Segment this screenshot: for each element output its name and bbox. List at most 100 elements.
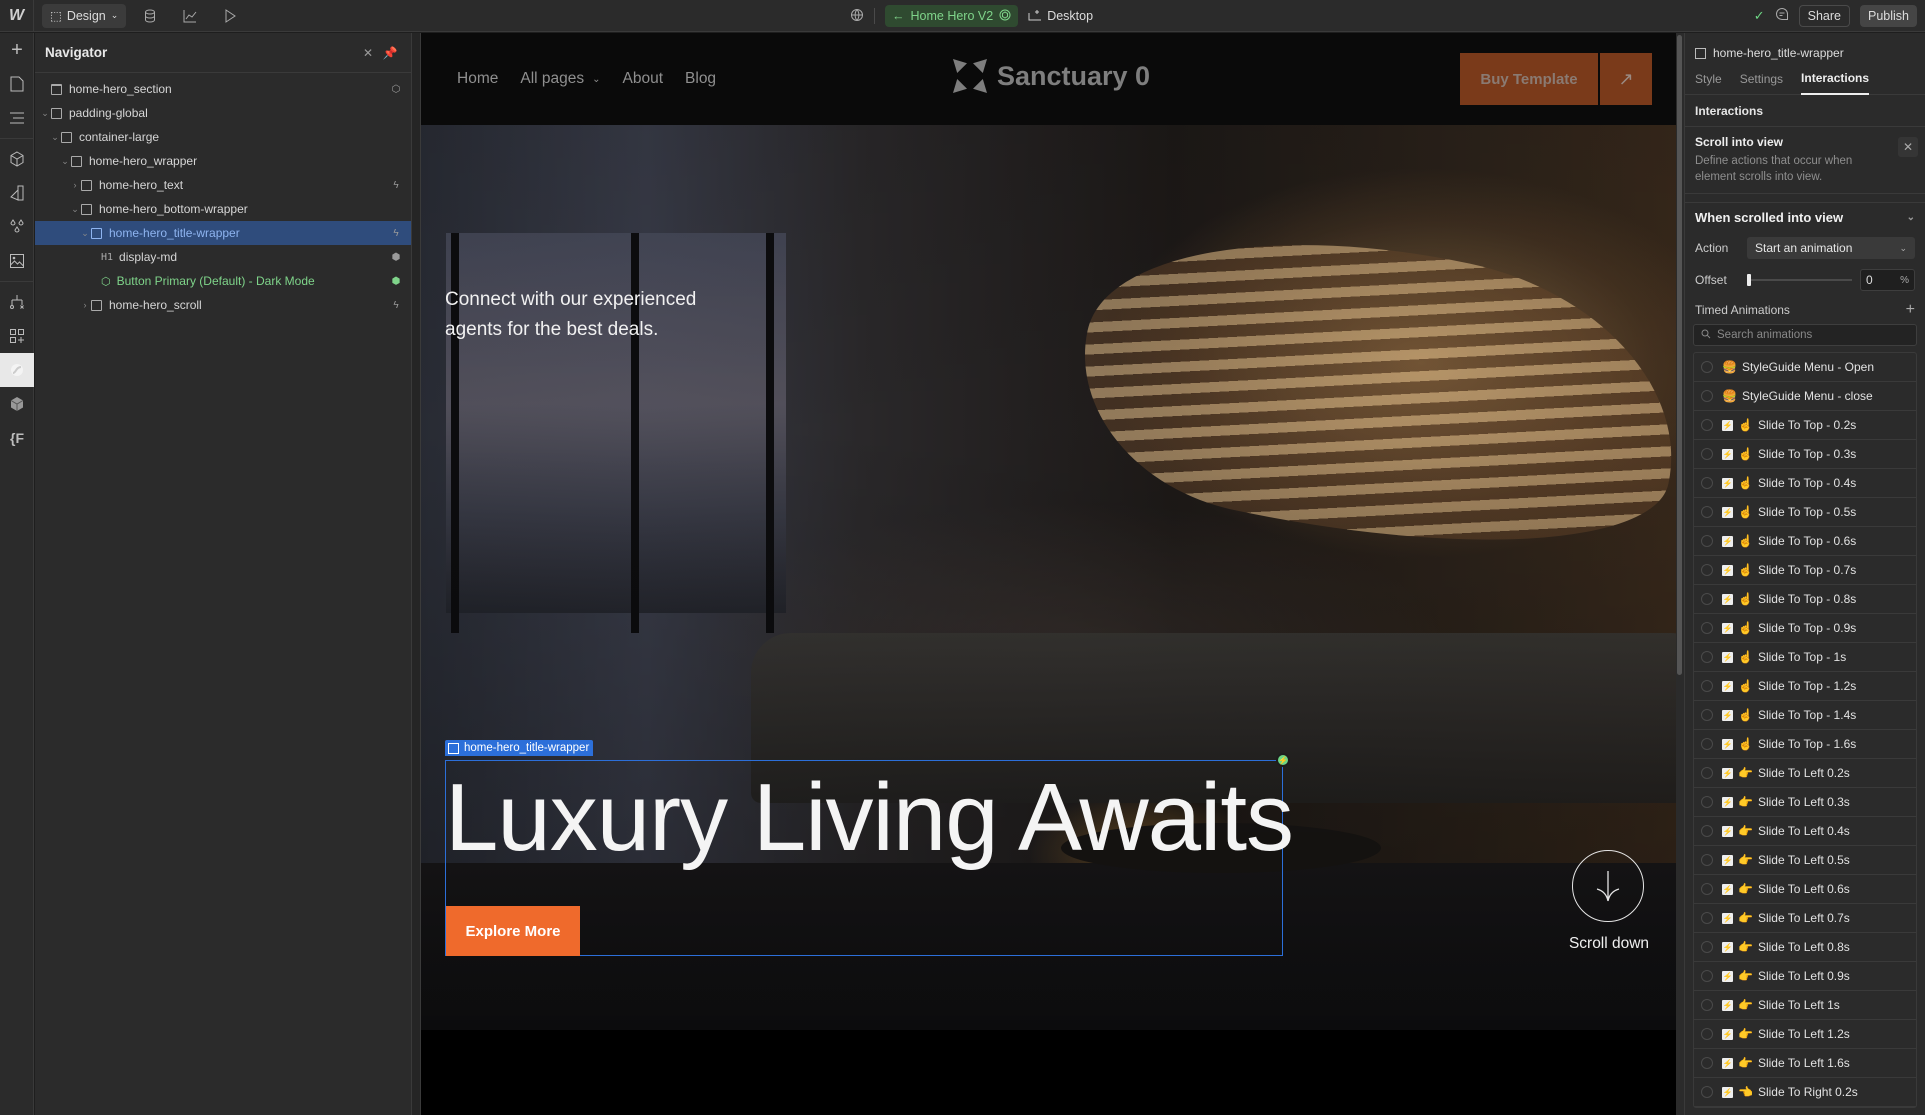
radio-button[interactable]	[1701, 738, 1713, 750]
radio-button[interactable]	[1701, 941, 1713, 953]
analytics-icon[interactable]	[170, 0, 210, 32]
slider-handle[interactable]	[1747, 274, 1751, 286]
animation-list-item[interactable]: ⚡ ☝️ Slide To Top - 0.9s	[1694, 614, 1916, 643]
chevron-down-icon[interactable]: ⌄	[69, 204, 81, 215]
animation-list-item[interactable]: ⚡ ☝️ Slide To Top - 1s	[1694, 643, 1916, 672]
radio-button[interactable]	[1701, 883, 1713, 895]
offset-slider[interactable]	[1747, 273, 1852, 287]
design-canvas[interactable]: Home All pages ⌄ About Blog Sanctuary 0 B…	[421, 33, 1676, 1115]
action-select[interactable]: Start an animation ⌄	[1747, 237, 1915, 259]
radio-button[interactable]	[1701, 1086, 1713, 1098]
tab-interactions[interactable]: Interactions	[1801, 63, 1870, 95]
animation-list-item[interactable]: ⚡ ☝️ Slide To Top - 1.6s	[1694, 730, 1916, 759]
animation-list-item[interactable]: ⚡ ☝️ Slide To Top - 0.8s	[1694, 585, 1916, 614]
cms-box-icon[interactable]	[0, 387, 34, 421]
navigator-tree-item[interactable]: › home-hero_scroll ϟ	[35, 293, 411, 317]
interaction-icon[interactable]: ϟ	[389, 180, 403, 191]
chevron-down-icon[interactable]: ⌄	[59, 156, 71, 167]
animation-list-item[interactable]: ⚡ ☝️ Slide To Top - 0.2s	[1694, 411, 1916, 440]
nav-link-about[interactable]: About	[623, 70, 664, 88]
radio-button[interactable]	[1701, 796, 1713, 808]
animation-list-item[interactable]: ⚡ ☝️ Slide To Top - 0.5s	[1694, 498, 1916, 527]
radio-button[interactable]	[1701, 477, 1713, 489]
radio-button[interactable]	[1701, 709, 1713, 721]
canvas-scrollbar[interactable]	[1676, 33, 1684, 1115]
navigator-tree-item[interactable]: › home-hero_text ϟ	[35, 173, 411, 197]
navigator-icon[interactable]	[0, 101, 34, 135]
animation-list-item[interactable]: ⚡ 👉 Slide To Left 0.7s	[1694, 904, 1916, 933]
comments-icon[interactable]	[1775, 7, 1789, 26]
chevron-right-icon[interactable]: ›	[79, 300, 91, 310]
animation-list-item[interactable]: 🍔 StyleGuide Menu - Open	[1694, 353, 1916, 382]
chevron-right-icon[interactable]: ›	[69, 180, 81, 190]
radio-button[interactable]	[1701, 825, 1713, 837]
animation-list-item[interactable]: ⚡ ☝️ Slide To Top - 0.4s	[1694, 469, 1916, 498]
panel-resize-handle[interactable]	[412, 33, 421, 1115]
code-variables-icon[interactable]: {F	[0, 421, 34, 455]
share-button[interactable]: Share	[1798, 5, 1850, 27]
radio-button[interactable]	[1701, 912, 1713, 924]
radio-button[interactable]	[1701, 854, 1713, 866]
webflow-logo[interactable]: W	[0, 0, 34, 32]
radio-button[interactable]	[1701, 564, 1713, 576]
globe-icon[interactable]	[850, 8, 864, 25]
assets-image-icon[interactable]	[0, 244, 34, 278]
publish-button[interactable]: Publish	[1860, 5, 1917, 27]
hero-heading[interactable]: Luxury Living Awaits	[445, 763, 1294, 873]
navigator-tree-item[interactable]: ⌄ home-hero_wrapper	[35, 149, 411, 173]
radio-button[interactable]	[1701, 593, 1713, 605]
animation-list-item[interactable]: ⚡ ☝️ Slide To Top - 0.6s	[1694, 527, 1916, 556]
radio-button[interactable]	[1701, 506, 1713, 518]
interaction-icon[interactable]: ϟ	[389, 300, 403, 311]
style-selectors-icon[interactable]	[0, 176, 34, 210]
navigator-tree-item[interactable]: ⌄ home-hero_bottom-wrapper	[35, 197, 411, 221]
radio-button[interactable]	[1701, 651, 1713, 663]
animation-list-item[interactable]: 🍔 StyleGuide Menu - close	[1694, 382, 1916, 411]
navigator-tree-item[interactable]: ⬡ Button Primary (Default) - Dark Mode ⬢	[35, 269, 411, 293]
animation-list-item[interactable]: ⚡ 👉 Slide To Left 1.6s	[1694, 1049, 1916, 1078]
chevron-down-icon[interactable]: ⌄	[79, 228, 91, 239]
offset-input[interactable]: 0 %	[1860, 269, 1915, 291]
pages-icon[interactable]	[0, 67, 34, 101]
animation-list-item[interactable]: ⚡ 👉 Slide To Left 1.2s	[1694, 1020, 1916, 1049]
chevron-down-icon[interactable]: ⌄	[49, 132, 61, 143]
animation-list-item[interactable]: ⚡ ☝️ Slide To Top - 0.3s	[1694, 440, 1916, 469]
add-icon[interactable]: +	[0, 33, 34, 67]
radio-button[interactable]	[1701, 448, 1713, 460]
breakpoint-selector[interactable]: Desktop	[1028, 9, 1093, 24]
page-selector[interactable]: ← Home Hero V2	[885, 5, 1019, 27]
pin-icon[interactable]: 📌	[379, 46, 401, 60]
nav-link-all-pages[interactable]: All pages ⌄	[520, 70, 600, 88]
radio-button[interactable]	[1701, 419, 1713, 431]
nav-link-blog[interactable]: Blog	[685, 70, 716, 88]
style-icon[interactable]: ⬢	[389, 252, 403, 263]
add-animation-plus-icon[interactable]: +	[1906, 301, 1915, 319]
tab-style[interactable]: Style	[1695, 63, 1722, 95]
animation-list-item[interactable]: ⚡ 👉 Slide To Left 0.8s	[1694, 933, 1916, 962]
design-mode-dropdown[interactable]: ⬚ Design ⌄	[42, 3, 127, 28]
radio-button[interactable]	[1701, 1028, 1713, 1040]
radio-button[interactable]	[1701, 390, 1713, 402]
collapse-all-icon[interactable]: ✕	[357, 46, 379, 60]
scroll-down-button[interactable]	[1572, 850, 1644, 922]
animation-list-item[interactable]: ⚡ 👈 Slide To Right 0.2s	[1694, 1078, 1916, 1107]
radio-button[interactable]	[1701, 1057, 1713, 1069]
animation-list-item[interactable]: ⚡ ☝️ Slide To Top - 1.4s	[1694, 701, 1916, 730]
buy-template-button[interactable]: Buy Template	[1460, 53, 1598, 105]
cms-database-icon[interactable]	[130, 0, 170, 32]
radio-button[interactable]	[1701, 970, 1713, 982]
components-icon[interactable]	[0, 142, 34, 176]
navigator-tree-item[interactable]: ⌄ home-hero_title-wrapper ϟ	[35, 221, 411, 245]
logic-flow-icon[interactable]	[0, 285, 34, 319]
radio-button[interactable]	[1701, 680, 1713, 692]
radio-button[interactable]	[1701, 622, 1713, 634]
style-icon[interactable]: ⬢	[389, 276, 403, 287]
animation-list-item[interactable]: ⚡ 👉 Slide To Left 0.2s	[1694, 759, 1916, 788]
radio-button[interactable]	[1701, 999, 1713, 1011]
animation-list-item[interactable]: ⚡ ☝️ Slide To Top - 1.2s	[1694, 672, 1916, 701]
radio-button[interactable]	[1701, 361, 1713, 373]
navigator-tree-item[interactable]: H1 display-md ⬢	[35, 245, 411, 269]
apps-icon[interactable]	[0, 319, 34, 353]
animation-list-item[interactable]: ⚡ 👉 Slide To Left 0.4s	[1694, 817, 1916, 846]
lottie-app-icon[interactable]	[0, 353, 34, 387]
